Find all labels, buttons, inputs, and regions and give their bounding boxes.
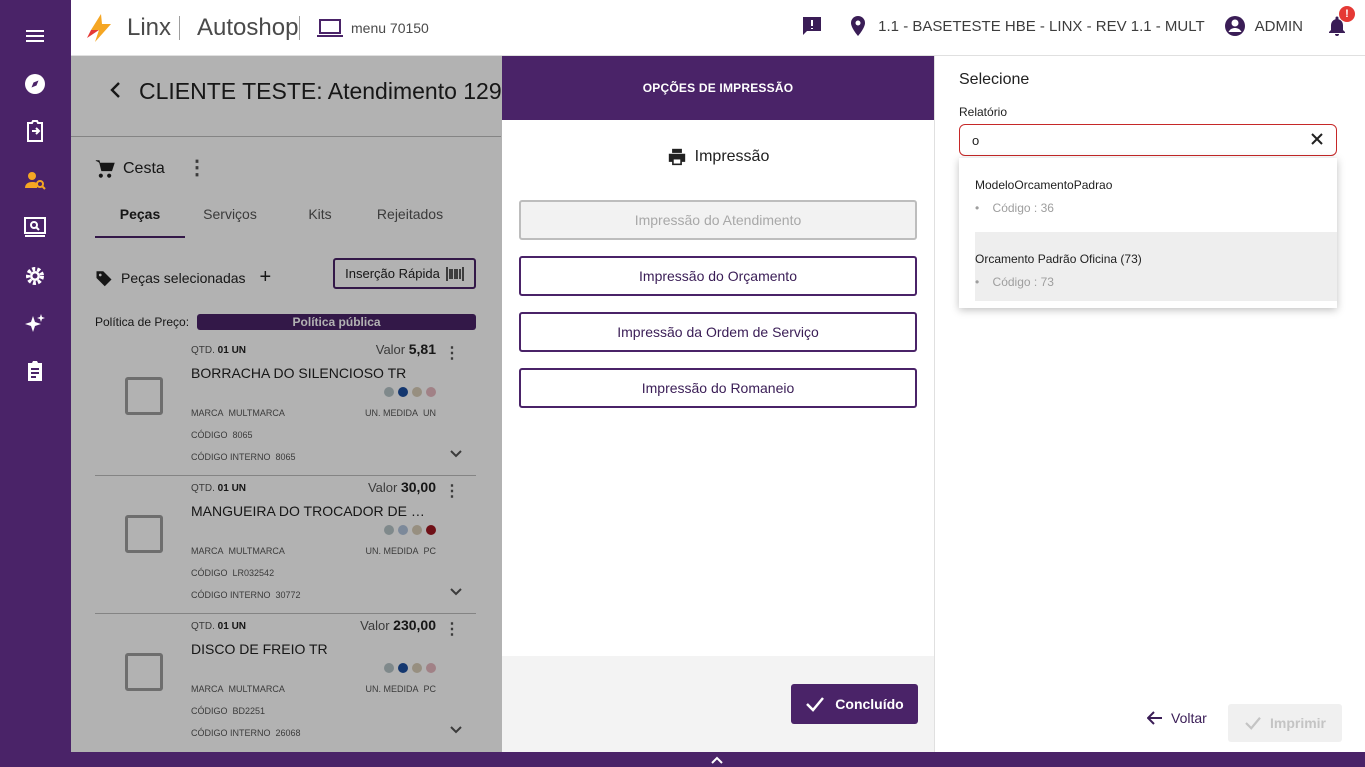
impressao-atendimento-button[interactable]: Impressão do Atendimento — [519, 200, 917, 240]
dropdown-option[interactable]: ModeloOrcamentoPadrao • Código : 36 — [975, 158, 1337, 227]
divider — [179, 16, 180, 40]
compass-icon[interactable] — [23, 72, 47, 96]
check-icon — [1245, 717, 1261, 730]
menu-icon[interactable] — [23, 24, 47, 48]
option-code: • Código : 36 — [975, 201, 1054, 215]
panel-title: Selecione — [959, 71, 1030, 88]
account-icon[interactable] — [1223, 14, 1247, 38]
linx-logo — [87, 14, 111, 42]
feedback-icon[interactable] — [800, 14, 824, 38]
relatorio-input[interactable]: o — [959, 124, 1337, 156]
monitor-search-icon[interactable] — [23, 215, 47, 239]
imprimir-button[interactable]: Imprimir — [1228, 704, 1342, 742]
voltar-label: Voltar — [1171, 710, 1207, 726]
imprimir-label: Imprimir — [1269, 715, 1326, 731]
clipboard-icon[interactable] — [23, 359, 47, 383]
impressao-orcamento-button[interactable]: Impressão do Orçamento — [519, 256, 917, 296]
option-code: • Código : 73 — [975, 275, 1054, 289]
top-bar: Linx Autoshop menu 70150 1.1 - BASETESTE… — [71, 0, 1365, 56]
dialog-subtitle: Impressão — [502, 148, 934, 166]
dialog-header: OPÇÕES DE IMPRESSÃO — [502, 56, 934, 120]
option-name: Orcamento Padrão Oficina (73) — [975, 252, 1142, 266]
menu-label-text: menu 70150 — [351, 20, 429, 36]
dropdown-option[interactable]: Orcamento Padrão Oficina (73) • Código :… — [975, 232, 1337, 301]
location-pin-icon — [846, 14, 870, 38]
impressao-romaneio-button[interactable]: Impressão do Romaneio — [519, 368, 917, 408]
printer-icon — [668, 148, 685, 166]
modal-backdrop[interactable] — [71, 56, 502, 752]
divider — [299, 16, 300, 40]
user-search-icon[interactable] — [23, 168, 47, 192]
clipboard-transfer-icon[interactable] — [23, 119, 47, 143]
print-options-dialog: OPÇÕES DE IMPRESSÃO Impressão Impressão … — [502, 56, 934, 752]
check-icon — [806, 697, 825, 712]
gear-icon[interactable] — [23, 264, 47, 288]
impressao-ordem-servico-button[interactable]: Impressão da Ordem de Serviço — [519, 312, 917, 352]
relatorio-dropdown: ModeloOrcamentoPadrao • Código : 36 Orca… — [959, 158, 1337, 308]
bottom-bar — [71, 752, 1365, 767]
arrow-left-icon — [1147, 711, 1162, 725]
laptop-icon — [317, 19, 343, 37]
location-text[interactable]: 1.1 - BASETESTE HBE - LINX - REV 1.1 - M… — [878, 18, 1204, 35]
menu-label[interactable]: menu 70150 — [317, 18, 429, 38]
bell-icon[interactable]: ! — [1325, 6, 1355, 38]
relatorio-input-value: o — [972, 132, 980, 148]
concluido-label: Concluído — [835, 696, 904, 712]
report-select-panel: Selecione Relatório o ModeloOrcamentoPad… — [934, 56, 1365, 752]
dialog-footer: Concluído — [502, 656, 934, 752]
chevron-up-icon[interactable] — [711, 753, 723, 767]
dialog-subtitle-text: Impressão — [694, 148, 770, 165]
relatorio-label: Relatório — [959, 105, 1008, 119]
voltar-button[interactable]: Voltar — [1147, 710, 1207, 726]
brand-name: Linx — [127, 14, 172, 41]
user-name[interactable]: ADMIN — [1255, 18, 1303, 35]
sparkle-icon[interactable] — [23, 312, 47, 336]
concluido-button[interactable]: Concluído — [791, 684, 918, 724]
side-rail — [0, 0, 71, 767]
close-icon[interactable] — [1308, 130, 1326, 148]
app-name: Autoshop — [197, 14, 299, 41]
option-name: ModeloOrcamentoPadrao — [975, 178, 1113, 192]
notification-badge: ! — [1339, 6, 1355, 22]
